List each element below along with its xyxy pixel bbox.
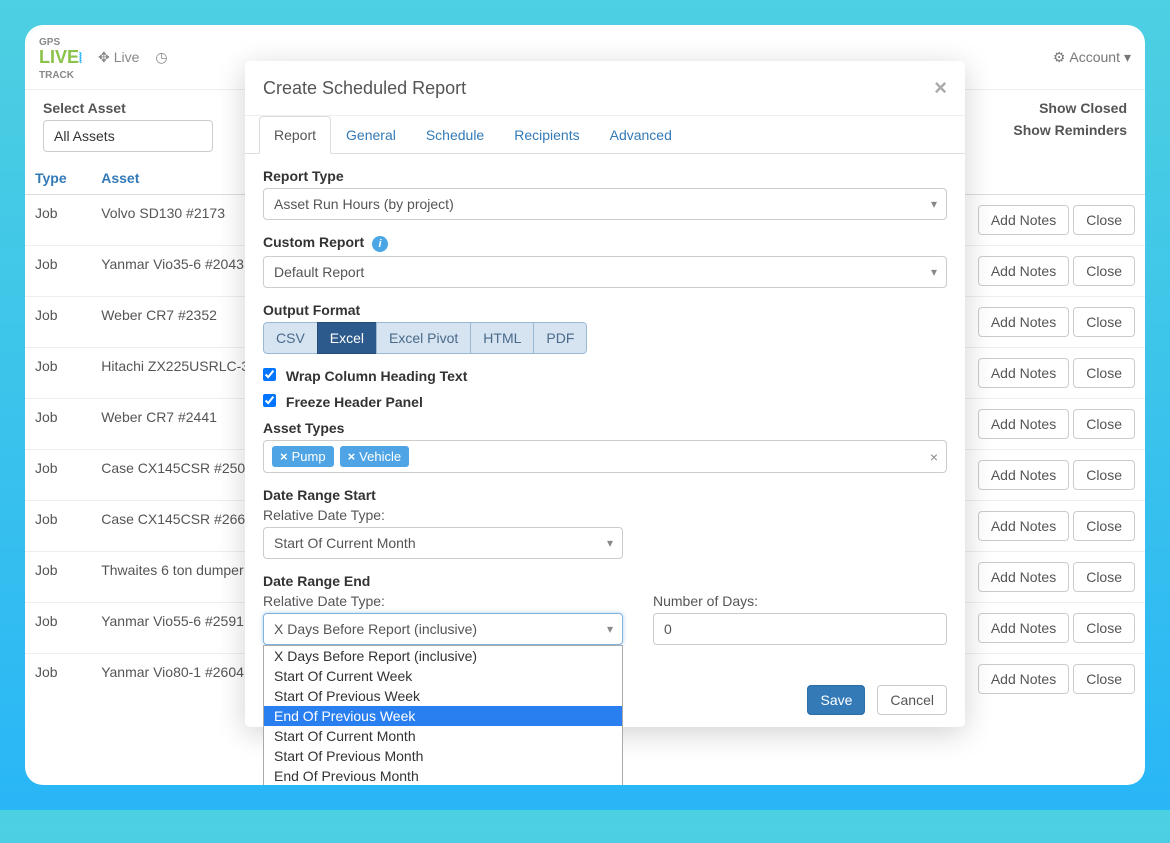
report-type-label: Report Type	[263, 168, 947, 184]
custom-report-select[interactable]: Default Report	[263, 256, 947, 288]
asset-types-input[interactable]: ×Pump ×Vehicle ×	[263, 440, 947, 473]
dropdown-option[interactable]: End Of Previous Month	[264, 766, 622, 785]
tag-vehicle[interactable]: ×Vehicle	[340, 446, 410, 467]
tab-report[interactable]: Report	[259, 116, 331, 154]
relative-date-type-label-end: Relative Date Type:	[263, 593, 623, 609]
close-icon[interactable]: ×	[934, 75, 947, 101]
format-csv[interactable]: CSV	[263, 322, 318, 354]
dropdown-option[interactable]: Start Of Current Week	[264, 666, 622, 686]
dropdown-option[interactable]: End Of Previous Week	[264, 706, 622, 726]
asset-types-label: Asset Types	[263, 420, 947, 436]
date-range-end-dropdown: X Days Before Report (inclusive)Start Of…	[263, 645, 623, 785]
dropdown-option[interactable]: Start Of Current Month	[264, 726, 622, 746]
date-range-start-select[interactable]: Start Of Current Month	[263, 527, 623, 559]
format-excel-pivot[interactable]: Excel Pivot	[376, 322, 471, 354]
format-pdf[interactable]: PDF	[533, 322, 587, 354]
date-range-end-select[interactable]: X Days Before Report (inclusive)	[263, 613, 623, 645]
tag-pump[interactable]: ×Pump	[272, 446, 334, 467]
number-of-days-label: Number of Days:	[653, 593, 947, 609]
tab-recipients[interactable]: Recipients	[499, 116, 594, 154]
create-scheduled-report-modal: Create Scheduled Report × Report General…	[245, 61, 965, 727]
date-range-end-label: Date Range End	[263, 573, 947, 589]
date-range-start-label: Date Range Start	[263, 487, 947, 503]
output-format-label: Output Format	[263, 302, 947, 318]
custom-report-label: Custom Report i	[263, 234, 947, 252]
tab-advanced[interactable]: Advanced	[595, 116, 687, 154]
dropdown-option[interactable]: X Days Before Report (inclusive)	[264, 646, 622, 666]
tags-clear-icon[interactable]: ×	[930, 449, 938, 465]
freeze-header-label: Freeze Header Panel	[286, 394, 423, 410]
format-html[interactable]: HTML	[470, 322, 534, 354]
info-icon[interactable]: i	[372, 236, 388, 252]
output-format-group: CSV Excel Excel Pivot HTML PDF	[263, 322, 587, 354]
save-button[interactable]: Save	[807, 685, 865, 715]
tab-general[interactable]: General	[331, 116, 411, 154]
cancel-button[interactable]: Cancel	[877, 685, 947, 715]
number-of-days-input[interactable]	[653, 613, 947, 645]
format-excel[interactable]: Excel	[317, 322, 377, 354]
wrap-column-checkbox[interactable]	[263, 368, 276, 381]
tab-schedule[interactable]: Schedule	[411, 116, 499, 154]
modal-title: Create Scheduled Report	[263, 78, 466, 99]
dropdown-option[interactable]: Start Of Previous Month	[264, 746, 622, 766]
freeze-header-checkbox[interactable]	[263, 394, 276, 407]
report-type-select[interactable]: Asset Run Hours (by project)	[263, 188, 947, 220]
relative-date-type-label-start: Relative Date Type:	[263, 507, 947, 523]
wrap-column-label: Wrap Column Heading Text	[286, 368, 468, 384]
dropdown-option[interactable]: Start Of Previous Week	[264, 686, 622, 706]
